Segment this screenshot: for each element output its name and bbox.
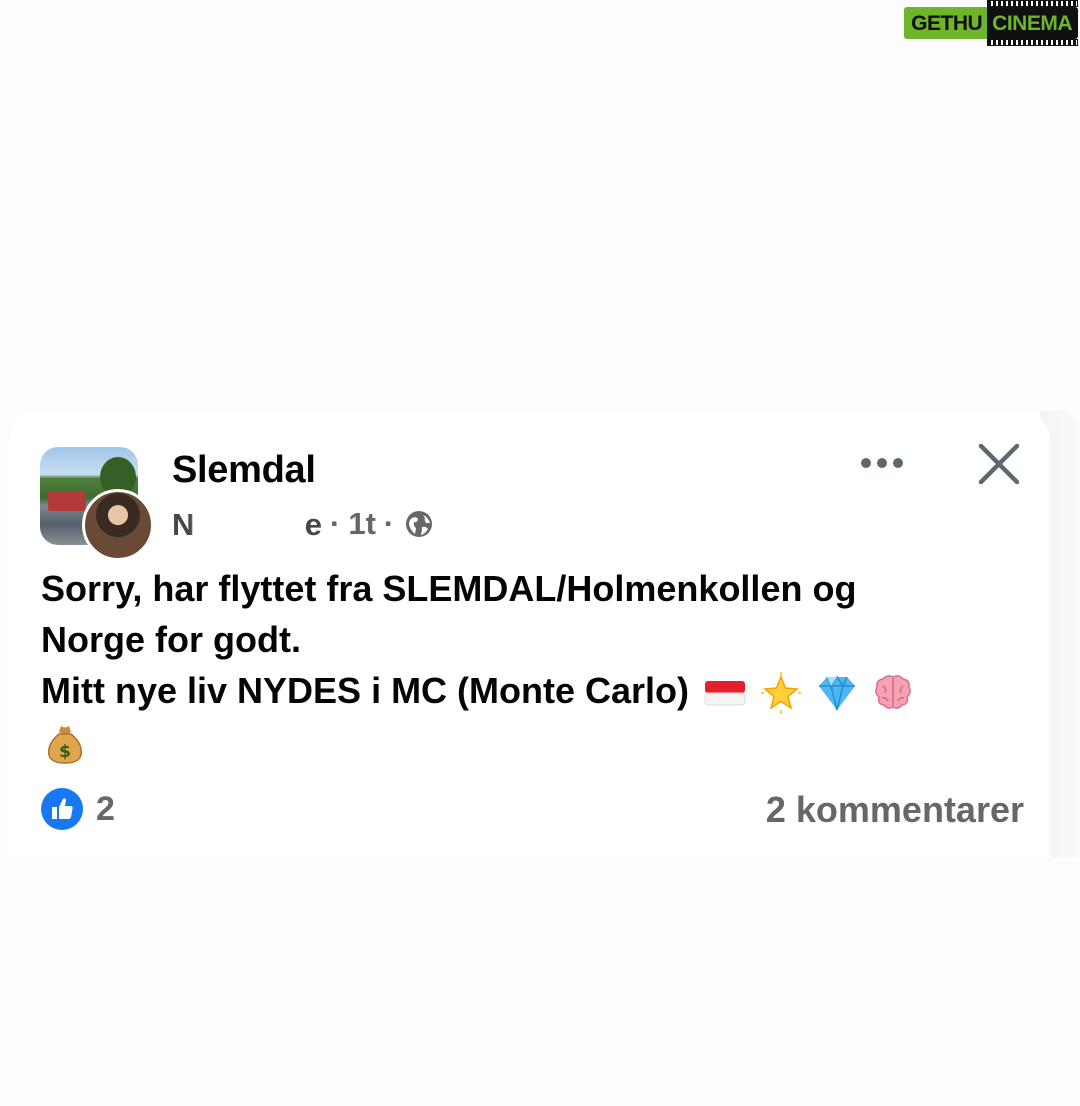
glowing-star-icon (761, 672, 802, 715)
post-body: Sorry, har flyttet fra SLEMDAL/Holmenkol… (41, 563, 1031, 767)
post-avatars[interactable] (40, 447, 154, 561)
post-line-3-text: Mitt nye liv NYDES i MC (Monte Carlo) (41, 670, 690, 711)
group-name[interactable]: Slemdal (172, 449, 316, 492)
author-fragment-end: e (304, 507, 322, 542)
gem-icon (819, 676, 856, 711)
reaction-count: 2 (96, 789, 115, 828)
svg-text:$: $ (59, 742, 71, 762)
watermark-logo: GETHU CINEMA (904, 0, 1078, 46)
author-name-blurred[interactable]: N e (172, 507, 322, 542)
post-line-1: Sorry, har flyttet fra SLEMDAL/Holmenkol… (41, 568, 857, 609)
user-avatar[interactable] (82, 489, 154, 561)
like-icon (41, 788, 83, 830)
blur-overlay (194, 509, 306, 539)
meta-separator: · (383, 506, 395, 541)
film-strip-icon (987, 39, 1078, 46)
watermark-part2-text: CINEMA (992, 12, 1072, 35)
post-time[interactable]: 1t (348, 506, 376, 542)
reactions-summary[interactable]: 2 (40, 787, 115, 831)
post-line-3: Mitt nye liv NYDES i MC (Monte Carlo) (41, 665, 1031, 716)
brain-icon (875, 675, 911, 710)
globe-icon (406, 511, 433, 537)
emoji-row (703, 671, 915, 715)
post-meta: N e · 1t · (172, 506, 434, 542)
author-fragment-start: N (172, 507, 195, 542)
more-dots-icon (861, 458, 903, 468)
watermark-part1: GETHU (904, 7, 988, 39)
money-bag-icon: $ (47, 726, 83, 765)
bus-shape (48, 491, 86, 511)
watermark-part2: CINEMA (987, 0, 1078, 46)
close-button[interactable] (974, 439, 1024, 489)
post-card: Slemdal N e · 1t · Sorry, har flyttet fr… (10, 411, 1050, 857)
more-options-button[interactable] (856, 441, 908, 485)
film-strip-icon (987, 0, 1078, 7)
comments-link[interactable]: 2 kommentarer (766, 789, 1024, 831)
close-icon (978, 443, 1020, 485)
monaco-flag-icon (704, 681, 746, 706)
meta-separator: · (330, 506, 341, 541)
post-line-4: $ (41, 716, 1031, 767)
post-line-2: Norge for godt. (41, 619, 301, 660)
